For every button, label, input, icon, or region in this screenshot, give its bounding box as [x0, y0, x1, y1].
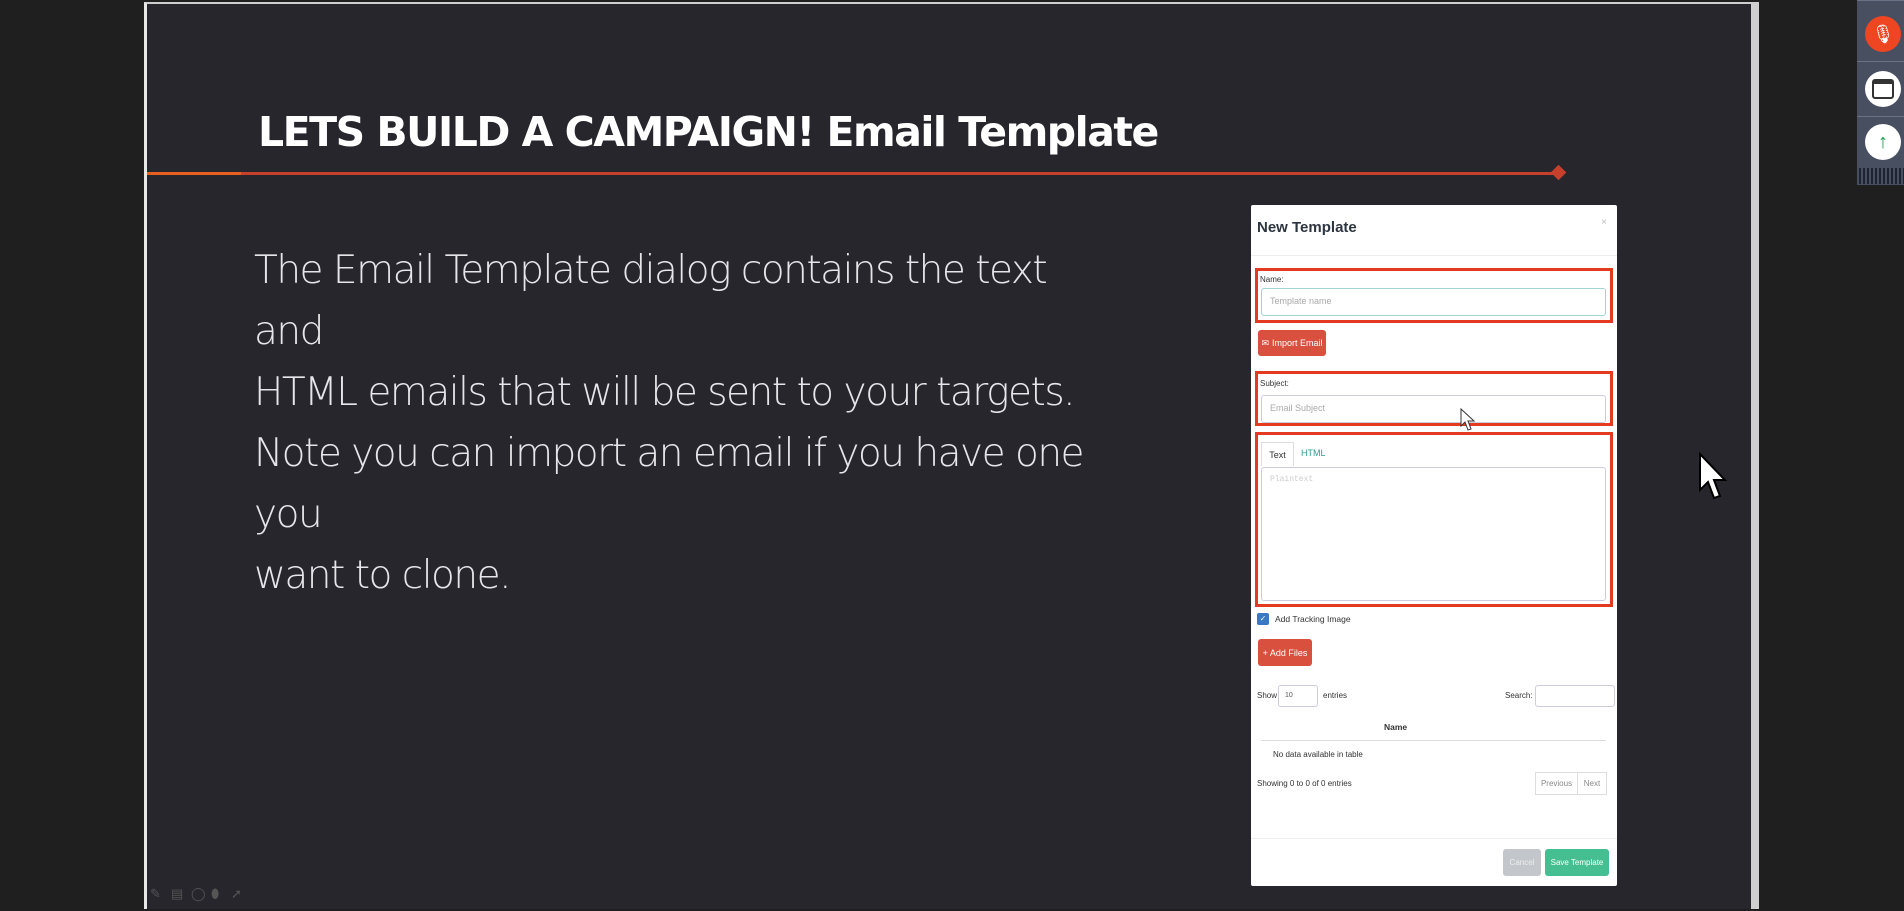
search-input[interactable] — [1535, 685, 1615, 707]
empty-table-text: No data available in table — [1273, 750, 1363, 759]
raise-hand-icon[interactable]: ↑ — [1865, 124, 1901, 160]
import-email-label: Import Email — [1272, 338, 1323, 348]
slide-title: LETS BUILD A CAMPAIGN! Email Template — [258, 108, 1159, 156]
mouse-cursor-icon — [1460, 408, 1476, 431]
cancel-button[interactable]: Cancel — [1503, 849, 1541, 876]
slides-icon[interactable]: ▤ — [171, 886, 185, 901]
title-divider-accent — [147, 172, 241, 175]
envelope-icon: ✉ — [1261, 337, 1270, 348]
plaintext-textarea[interactable]: Plaintext — [1261, 467, 1606, 601]
plus-icon: + — [1262, 647, 1268, 658]
body-line: want to clone. — [254, 553, 512, 598]
footer-divider — [1251, 838, 1617, 839]
dialog-title: New Template — [1257, 219, 1357, 236]
meeting-side-panel: 🎙 ↑ — [1857, 0, 1904, 185]
divider — [1857, 61, 1904, 62]
body-line: Note you can import an email if you have… — [254, 431, 1085, 537]
add-files-button[interactable]: + Add Files — [1258, 639, 1312, 666]
pointer-icon[interactable]: ➚ — [231, 886, 245, 901]
template-name-input[interactable]: Template name — [1261, 288, 1606, 316]
entries-label: entries — [1323, 691, 1348, 700]
pen-icon[interactable]: ✎ — [150, 886, 164, 901]
subject-label: Subject: — [1260, 379, 1289, 388]
tracking-checkbox[interactable]: ✓ — [1257, 613, 1269, 625]
mouse-cursor-icon — [1699, 452, 1728, 500]
save-template-button[interactable]: Save Template — [1545, 849, 1609, 876]
entries-select[interactable]: 10 — [1278, 685, 1318, 707]
name-label: Name: — [1260, 275, 1284, 284]
table-info: Showing 0 to 0 of 0 entries — [1257, 779, 1352, 788]
body-line: The Email Template dialog contains the t… — [254, 248, 1048, 354]
divider — [1857, 116, 1904, 117]
table-divider — [1261, 740, 1606, 741]
mic-muted-icon[interactable]: 🎙 — [1865, 16, 1901, 52]
column-header-name[interactable]: Name — [1384, 722, 1407, 732]
new-template-dialog: New Template × Name: Template name ✉ Impo… — [1251, 205, 1617, 886]
tab-text[interactable]: Text — [1261, 442, 1294, 466]
next-button[interactable]: Next — [1577, 772, 1607, 795]
slide-body: The Email Template dialog contains the t… — [254, 240, 1104, 606]
close-icon[interactable]: × — [1601, 217, 1607, 228]
tab-html[interactable]: HTML — [1301, 448, 1326, 458]
show-label: Show — [1257, 691, 1278, 700]
previous-button[interactable]: Previous — [1535, 772, 1578, 795]
tracking-label: Add Tracking Image — [1275, 614, 1351, 624]
drag-handle[interactable] — [1859, 168, 1904, 184]
add-files-label: Add Files — [1269, 647, 1308, 658]
lasso-icon[interactable]: ◯ — [191, 886, 206, 901]
divider — [1251, 255, 1617, 256]
title-divider — [147, 172, 1557, 175]
window-icon[interactable] — [1865, 71, 1901, 107]
eraser-icon[interactable]: ⬮ — [211, 886, 225, 901]
subject-input[interactable]: Email Subject — [1261, 395, 1606, 423]
search-label: Search: — [1505, 691, 1533, 700]
import-email-button[interactable]: ✉ Import Email — [1258, 330, 1326, 356]
body-line: HTML emails that will be sent to your ta… — [254, 370, 1076, 415]
